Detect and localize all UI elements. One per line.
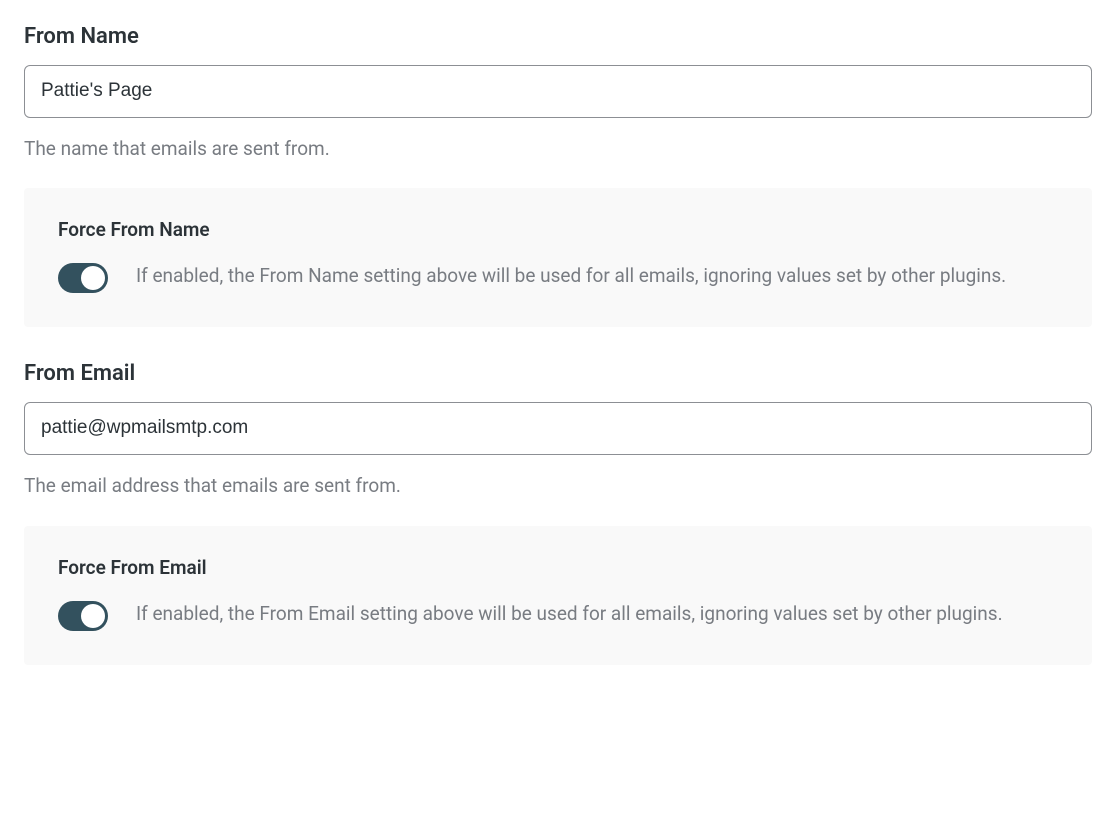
from-email-section: From Email The email address that emails…	[24, 361, 1092, 664]
force-from-name-panel: Force From Name If enabled, the From Nam…	[24, 188, 1092, 327]
from-email-description: The email address that emails are sent f…	[24, 473, 1092, 500]
force-from-name-toggle[interactable]	[58, 263, 108, 293]
from-name-label: From Name	[24, 24, 1092, 49]
from-email-input[interactable]	[24, 402, 1092, 455]
force-from-name-description: If enabled, the From Name setting above …	[136, 261, 1006, 290]
toggle-knob-icon	[81, 604, 105, 628]
from-email-label: From Email	[24, 361, 1092, 386]
force-from-email-toggle[interactable]	[58, 601, 108, 631]
force-from-email-row: If enabled, the From Email setting above…	[58, 599, 1058, 631]
from-name-input[interactable]	[24, 65, 1092, 118]
toggle-knob-icon	[81, 266, 105, 290]
force-from-email-panel: Force From Email If enabled, the From Em…	[24, 526, 1092, 665]
force-from-name-row: If enabled, the From Name setting above …	[58, 261, 1058, 293]
force-from-email-description: If enabled, the From Email setting above…	[136, 599, 1003, 628]
force-from-name-label: Force From Name	[58, 218, 1058, 241]
force-from-email-label: Force From Email	[58, 556, 1058, 579]
from-name-section: From Name The name that emails are sent …	[24, 24, 1092, 327]
from-name-description: The name that emails are sent from.	[24, 136, 1092, 163]
